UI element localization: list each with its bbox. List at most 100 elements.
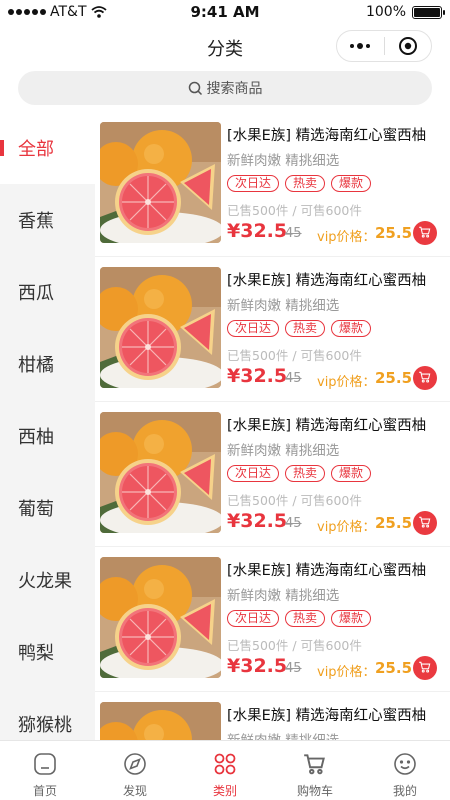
product-image[interactable]: [100, 267, 221, 388]
home-icon: [32, 751, 58, 782]
sales-count: 已售500件 / 可售600件: [227, 638, 362, 653]
product-title: [水果E族] 精选海南红心蜜西柚: [227, 563, 427, 579]
original-price: 45: [285, 226, 302, 241]
sidebar-item[interactable]: 柑橘: [0, 328, 95, 400]
product-card[interactable]: [水果E族] 精选海南红心蜜西柚 新鲜肉嫩 精挑细选 次日达 热卖 爆款 已售500件 /…: [95, 257, 450, 402]
target-icon: [398, 37, 417, 55]
vip-price: 25.5: [375, 514, 413, 532]
cart-icon: [302, 751, 328, 782]
sales-count: 已售500件 / 可售600件: [227, 203, 362, 218]
sidebar-item-label: 西柚: [18, 427, 54, 448]
product-subtitle: 新鲜肉嫩 精挑细选: [227, 729, 339, 740]
more-options-button[interactable]: [337, 43, 384, 49]
product-price: ¥32.5: [227, 365, 288, 387]
sidebar-item[interactable]: 鸭梨: [0, 616, 95, 688]
sidebar-item[interactable]: 葡萄: [0, 472, 95, 544]
sidebar-item-label: 火龙果: [18, 571, 72, 592]
vip-price: 25.5: [375, 369, 413, 387]
category-sidebar: 全部香蕉西瓜柑橘西柚葡萄火龙果鸭梨猕猴桃: [0, 112, 95, 740]
cart-icon: [418, 659, 432, 678]
product-image[interactable]: [100, 412, 221, 533]
search-icon: [188, 81, 202, 95]
sidebar-item[interactable]: 火龙果: [0, 544, 95, 616]
product-tag: 爆款: [331, 610, 372, 627]
sidebar-item-label: 鸭梨: [18, 643, 54, 664]
tab-bar: 首页 发现 类别 购物车 我的: [0, 740, 450, 800]
tab-category[interactable]: 类别: [180, 741, 270, 800]
status-right: 100%: [365, 4, 445, 20]
product-tag: 爆款: [331, 320, 372, 337]
product-card[interactable]: [水果E族] 精选海南红心蜜西柚 新鲜肉嫩 精挑细选次日达 热卖 爆款 已售500件 /…: [95, 547, 450, 692]
miniapp-capsule: [336, 30, 432, 62]
navigation-bar: 分类: [0, 24, 450, 68]
product-title: [水果E族] 精选海南红心蜜西柚: [227, 273, 427, 289]
sales-count: 已售500件 / 可售600件: [227, 348, 362, 363]
vip-price-label: vip价格：: [317, 665, 376, 680]
vip-price: 25.5: [375, 659, 413, 677]
sidebar-item-label: 柑橘: [18, 355, 54, 376]
product-card[interactable]: [水果E族] 精选海南红心蜜西柚 新鲜肉嫩 精挑细选次日达 热卖 爆款 已售500件 /…: [95, 402, 450, 547]
product-image[interactable]: [100, 122, 221, 243]
cart-icon: [418, 369, 432, 388]
product-tag: 热卖: [285, 320, 326, 337]
product-image[interactable]: [100, 557, 221, 678]
tab-compass[interactable]: 发现: [90, 741, 180, 800]
product-tag: 次日达: [227, 610, 280, 627]
tab-smile[interactable]: 我的: [360, 741, 450, 800]
add-to-cart-button[interactable]: [413, 511, 437, 535]
product-subtitle: 新鲜肉嫩 精挑细选: [227, 443, 340, 459]
product-card[interactable]: [水果E族] 精选海南红心蜜西柚新鲜肉嫩 精挑细选: [95, 692, 450, 740]
compass-icon: [122, 751, 148, 782]
sidebar-item[interactable]: 西柚: [0, 400, 95, 472]
sidebar-item[interactable]: 猕猴桃: [0, 688, 95, 740]
product-tags: 次日达 热卖 爆款: [227, 610, 372, 627]
product-tag: 爆款: [331, 175, 372, 192]
product-tag: 次日达: [227, 175, 280, 192]
product-tags: 次日达 热卖 爆款: [227, 175, 372, 192]
sidebar-item[interactable]: 全部: [0, 112, 95, 184]
product-tag: 爆款: [331, 465, 372, 482]
original-price: 45: [285, 371, 302, 386]
tab-label: 我的: [392, 784, 417, 798]
add-to-cart-button[interactable]: [413, 221, 437, 245]
product-image[interactable]: [100, 702, 221, 740]
vip-price-label: vip价格：: [317, 375, 376, 390]
product-tags: 次日达 热卖 爆款: [227, 465, 372, 482]
status-bar: AT&T 9:41 AM 100%: [0, 0, 450, 24]
sidebar-item-label: 全部: [18, 139, 54, 160]
add-to-cart-button[interactable]: [413, 656, 437, 680]
product-price: ¥32.5: [227, 220, 288, 242]
original-price: 45: [285, 661, 302, 676]
tab-label: 购物车: [296, 784, 333, 798]
sales-count: 已售500件 / 可售600件: [227, 493, 362, 508]
product-list: [水果E族] 精选海南红心蜜西柚 新鲜肉嫩 精挑细选 次日达 热卖 爆款 已售500件 /…: [95, 112, 450, 740]
product-card[interactable]: [水果E族] 精选海南红心蜜西柚 新鲜肉嫩 精挑细选 次日达 热卖 爆款 已售500件 /…: [95, 112, 450, 257]
sidebar-item[interactable]: 香蕉: [0, 184, 95, 256]
sidebar-item-label: 香蕉: [18, 211, 54, 232]
close-miniapp-button[interactable]: [384, 36, 431, 56]
product-price: ¥32.5: [227, 655, 288, 677]
product-subtitle: 新鲜肉嫩 精挑细选: [227, 298, 340, 314]
product-tag: 次日达: [227, 320, 280, 337]
battery-percent: 100%: [365, 4, 406, 20]
sidebar-item[interactable]: 西瓜: [0, 256, 95, 328]
search-placeholder: 搜索商品: [206, 81, 263, 97]
sidebar-item-label: 西瓜: [18, 283, 54, 304]
tab-label: 发现: [122, 784, 147, 798]
vip-price-label: vip价格：: [317, 230, 376, 245]
product-tag: 热卖: [285, 175, 326, 192]
product-tags: 次日达 热卖 爆款: [227, 320, 372, 337]
tab-label: 类别: [212, 784, 237, 798]
product-subtitle: 新鲜肉嫩 精挑细选: [227, 153, 340, 169]
add-to-cart-button[interactable]: [413, 366, 437, 390]
cart-icon: [418, 514, 432, 533]
sidebar-item-label: 猕猴桃: [18, 715, 72, 736]
product-tag: 热卖: [285, 465, 326, 482]
tab-home[interactable]: 首页: [0, 741, 90, 800]
search-bar[interactable]: 搜索商品: [18, 71, 432, 105]
product-subtitle: 新鲜肉嫩 精挑细选: [227, 588, 340, 604]
product-title: [水果E族] 精选海南红心蜜西柚: [227, 418, 427, 434]
tab-cart[interactable]: 购物车: [270, 741, 360, 800]
category-icon: [212, 751, 238, 782]
smile-icon: [392, 751, 418, 782]
